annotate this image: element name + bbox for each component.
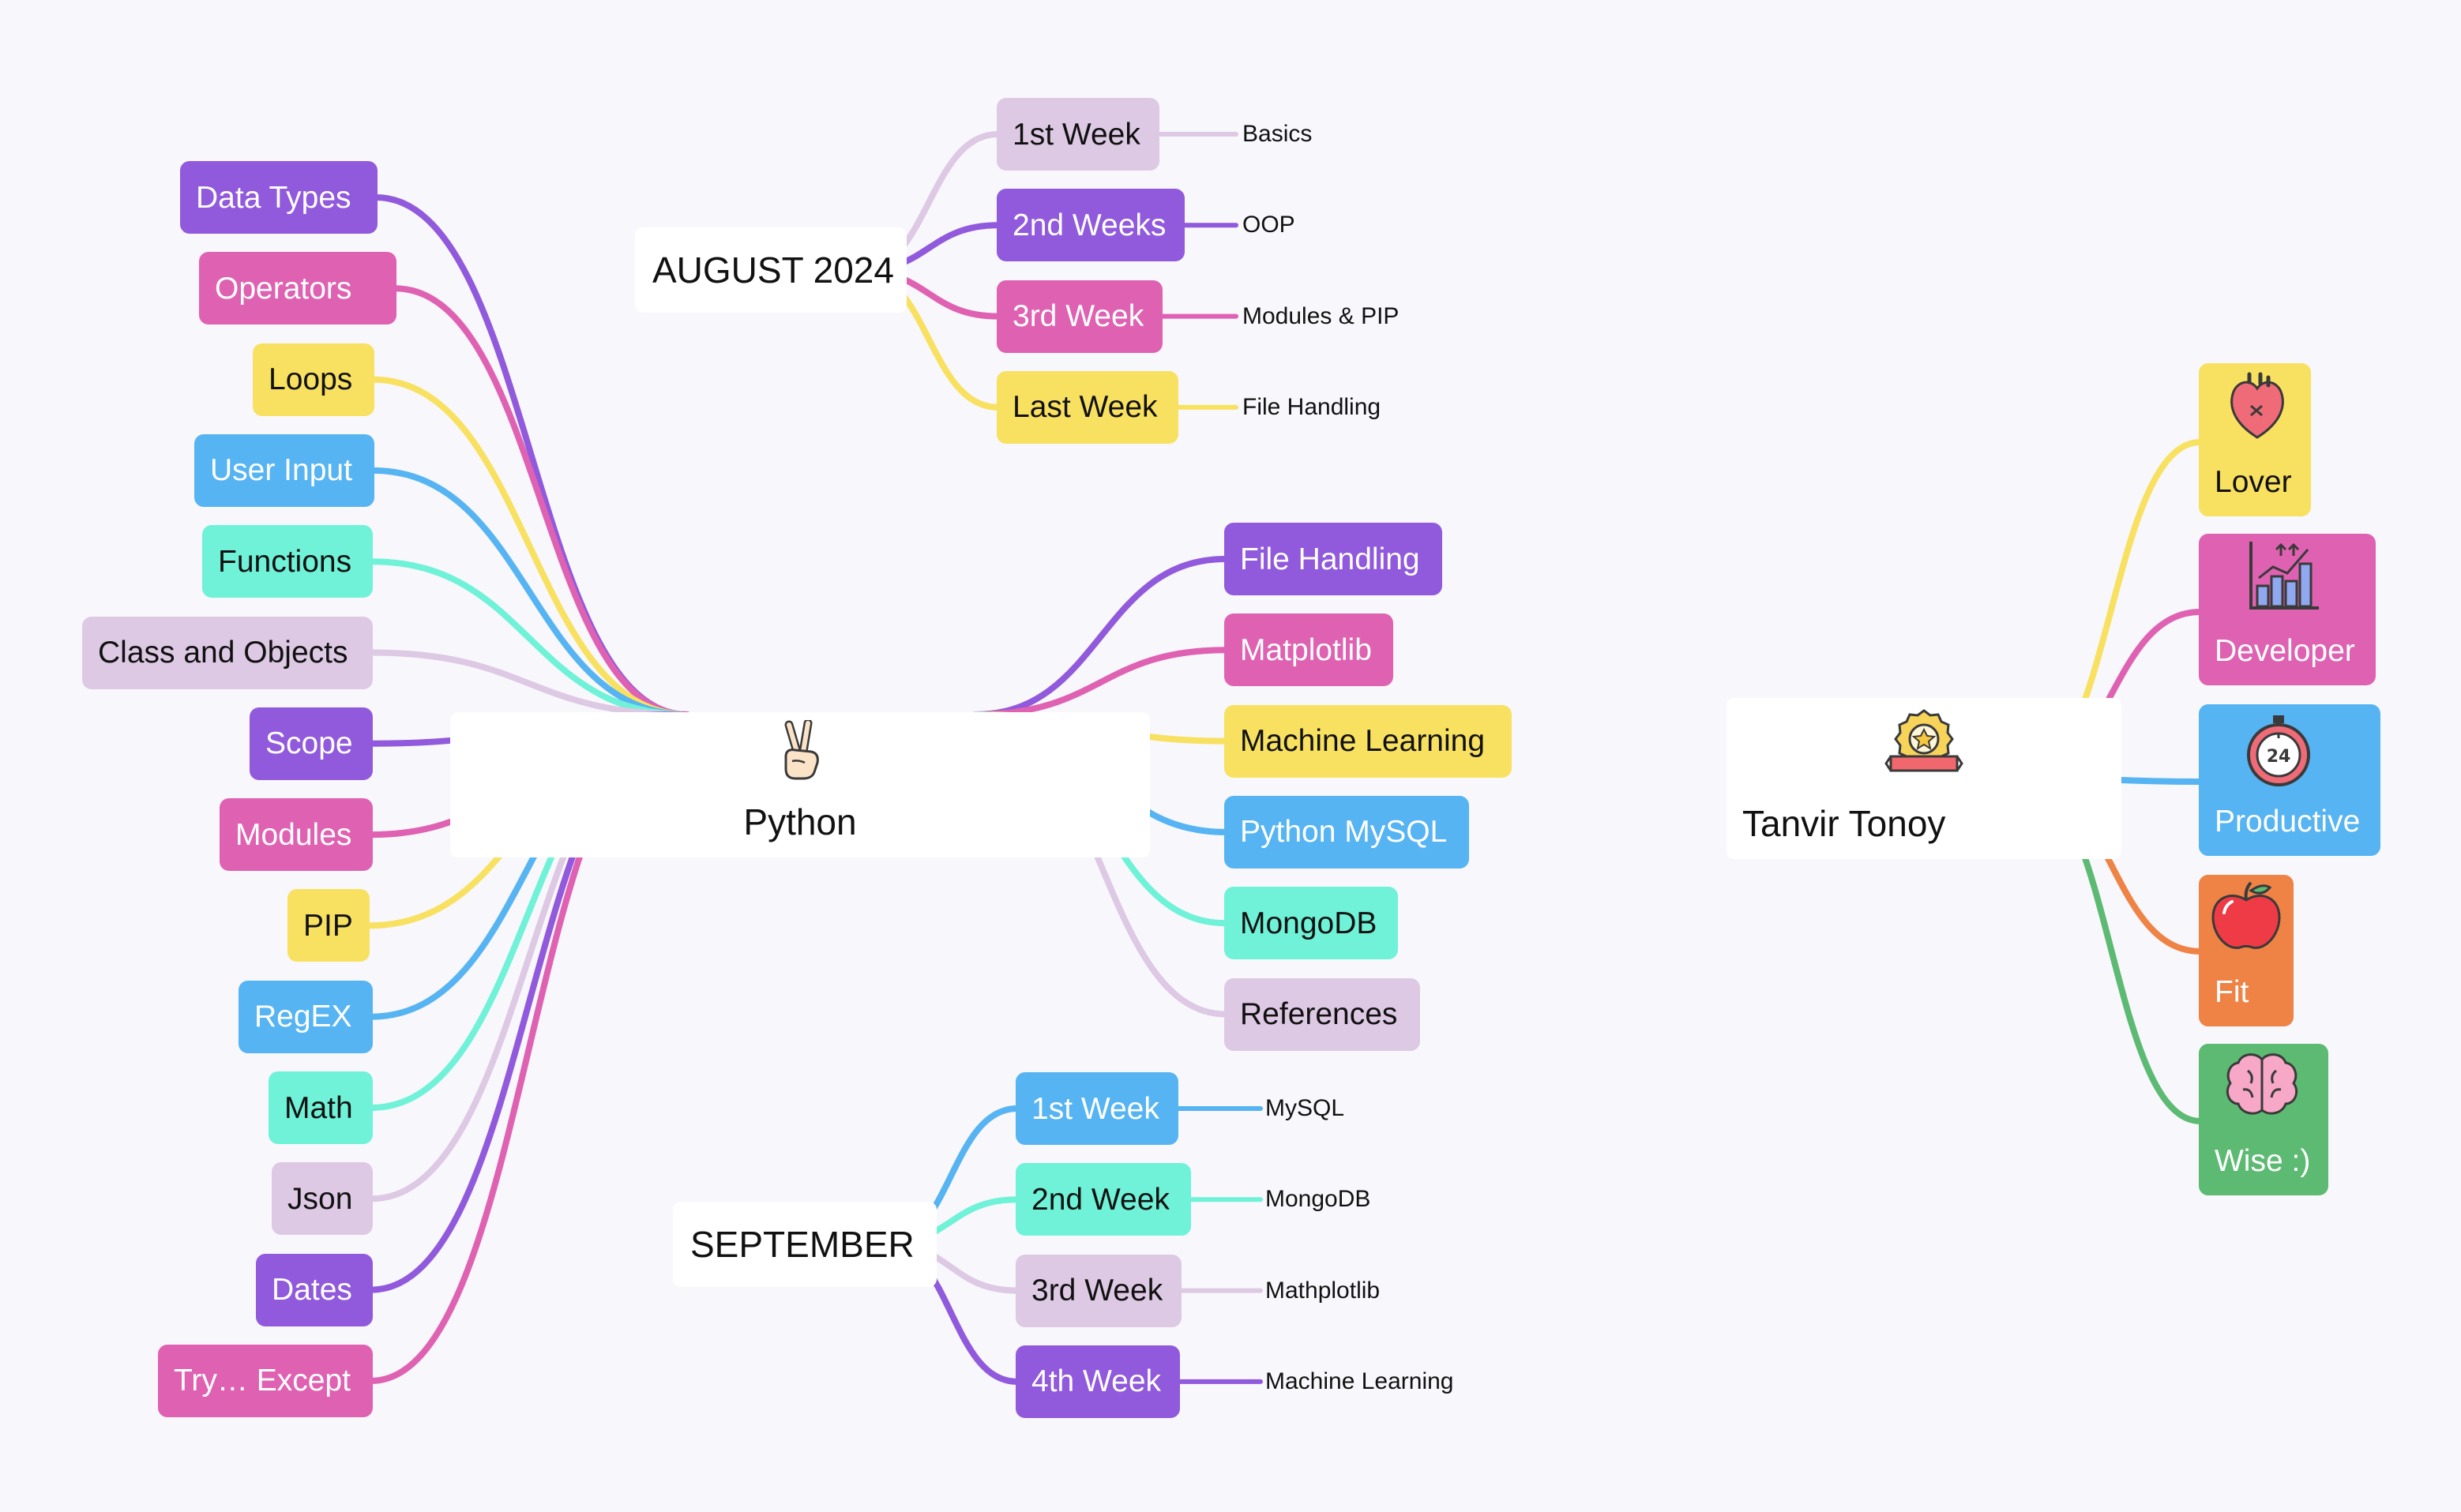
topic-scope[interactable]: Scope bbox=[250, 707, 373, 780]
node-label: 2nd Week bbox=[1031, 1182, 1170, 1217]
connector-python-file-handling bbox=[972, 556, 1229, 718]
node-label: 3rd Week bbox=[1031, 1274, 1163, 1308]
node-label: 1st Week bbox=[1031, 1091, 1159, 1126]
node-label: 3rd Week bbox=[1013, 299, 1144, 334]
trait-label: Productive bbox=[2215, 805, 2361, 839]
august-week-2-detail[interactable]: OOP bbox=[1242, 213, 1295, 237]
node-label: Matplotlib bbox=[1240, 632, 1372, 667]
node-label: Functions bbox=[218, 544, 352, 579]
topic-loops[interactable]: Loops bbox=[253, 343, 374, 416]
topic-machine-learning[interactable]: Machine Learning bbox=[1224, 704, 1512, 778]
connector-python-functions bbox=[368, 558, 690, 718]
node-label: Modules bbox=[235, 817, 352, 852]
node-label: Last Week bbox=[1013, 390, 1158, 425]
trait-wise[interactable]: Wise :) bbox=[2199, 1044, 2328, 1195]
topic-try-except[interactable]: Try… Except bbox=[158, 1344, 373, 1417]
stopwatch-24-icon: 24 bbox=[2243, 714, 2314, 796]
node-label: Scope bbox=[265, 726, 353, 761]
node-label: Data Types bbox=[196, 180, 351, 215]
trait-label: Wise :) bbox=[2215, 1144, 2311, 1178]
node-label: File Handling bbox=[1240, 542, 1420, 576]
node-label: 2nd Weeks bbox=[1013, 208, 1167, 242]
topic-references[interactable]: References bbox=[1224, 977, 1420, 1051]
topic-regex[interactable]: RegEX bbox=[239, 980, 373, 1053]
topic-data-types[interactable]: Data Types bbox=[180, 161, 378, 234]
topic-dates[interactable]: Dates bbox=[256, 1253, 373, 1326]
svg-text:24: 24 bbox=[2267, 747, 2291, 767]
heart-icon bbox=[2226, 371, 2289, 450]
topic-title: Tanvir Tonoy bbox=[1742, 803, 1946, 844]
connector-python-matplotlib bbox=[972, 647, 1229, 718]
august-week-4-detail[interactable]: File Handling bbox=[1242, 395, 1381, 419]
august-week-4[interactable]: Last Week bbox=[997, 370, 1178, 444]
node-label: Operators bbox=[215, 271, 352, 306]
september-week-4[interactable]: 4th Week bbox=[1016, 1345, 1180, 1418]
august-week-1-detail[interactable]: Basics bbox=[1242, 122, 1312, 146]
node-label: User Input bbox=[210, 453, 352, 488]
node-label: Class and Objects bbox=[98, 636, 348, 670]
topic-mongodb[interactable]: MongoDB bbox=[1224, 887, 1398, 960]
trait-label: Lover bbox=[2215, 465, 2292, 499]
september-week-2[interactable]: 2nd Week bbox=[1016, 1163, 1191, 1236]
brain-icon bbox=[2224, 1052, 2300, 1127]
award-badge-icon bbox=[1884, 709, 1963, 772]
node-label: Dates bbox=[272, 1273, 352, 1308]
topic-operators[interactable]: Operators bbox=[199, 252, 396, 325]
trait-productive[interactable]: 24 Productive bbox=[2199, 704, 2380, 856]
august-week-2[interactable]: 2nd Weeks bbox=[997, 189, 1185, 262]
topic-title: AUGUST 2024 bbox=[652, 249, 894, 291]
august-week-1[interactable]: 1st Week bbox=[997, 98, 1159, 171]
topic-python-mysql[interactable]: Python MySQL bbox=[1224, 795, 1469, 869]
node-label: Json bbox=[287, 1181, 353, 1216]
mind-map-canvas: Data Types Operators Loops User Input Functi… bbox=[0, 0, 2461, 1512]
node-label: Try… Except bbox=[174, 1364, 351, 1398]
september-week-1-detail[interactable]: MySQL bbox=[1265, 1097, 1344, 1120]
central-topic-python[interactable]: Python bbox=[450, 712, 1150, 857]
node-label: 1st Week bbox=[1013, 117, 1140, 152]
node-label: Math bbox=[284, 1090, 353, 1125]
node-label: Machine Learning bbox=[1240, 724, 1486, 759]
growth-chart-icon bbox=[2246, 537, 2322, 621]
topic-title: SEPTEMBER bbox=[690, 1224, 915, 1265]
node-label: RegEX bbox=[254, 1000, 352, 1034]
topic-title: Python bbox=[743, 801, 857, 842]
central-topic-tanvir-tonoy[interactable]: Tanvir Tonoy bbox=[1726, 698, 2121, 859]
topic-user-input[interactable]: User Input bbox=[194, 433, 374, 507]
node-label: Python MySQL bbox=[1240, 815, 1448, 850]
topic-json[interactable]: Json bbox=[272, 1162, 373, 1236]
september-week-2-detail[interactable]: MongoDB bbox=[1265, 1187, 1370, 1211]
trait-lover[interactable]: Lover bbox=[2199, 363, 2311, 516]
node-label: References bbox=[1240, 997, 1398, 1031]
connector-python-user-input bbox=[370, 467, 690, 718]
trait-fit[interactable]: Fit bbox=[2199, 875, 2294, 1026]
node-label: Loops bbox=[269, 362, 353, 397]
topic-functions[interactable]: Functions bbox=[202, 525, 373, 598]
node-label: PIP bbox=[303, 908, 353, 943]
topic-math[interactable]: Math bbox=[269, 1071, 373, 1144]
apple-icon bbox=[2208, 880, 2284, 960]
node-label: MongoDB bbox=[1240, 906, 1377, 940]
node-label: 4th Week bbox=[1031, 1364, 1162, 1399]
topic-modules[interactable]: Modules bbox=[220, 798, 373, 872]
victory-hand-icon bbox=[784, 720, 819, 780]
trait-developer[interactable]: Developer bbox=[2199, 534, 2376, 685]
september-week-3[interactable]: 3rd Week bbox=[1016, 1254, 1182, 1327]
topic-september[interactable]: SEPTEMBER bbox=[673, 1202, 937, 1287]
trait-label: Developer bbox=[2215, 634, 2355, 668]
september-week-1[interactable]: 1st Week bbox=[1016, 1072, 1178, 1145]
connector-python-loops bbox=[370, 376, 690, 718]
topic-class-and-objects[interactable]: Class and Objects bbox=[82, 616, 373, 689]
topic-matplotlib[interactable]: Matplotlib bbox=[1224, 613, 1393, 687]
august-week-3-detail[interactable]: Modules & PIP bbox=[1242, 304, 1399, 328]
topic-august-2024[interactable]: AUGUST 2024 bbox=[635, 227, 907, 313]
topic-file-handling[interactable]: File Handling bbox=[1224, 523, 1442, 595]
topic-pip[interactable]: PIP bbox=[287, 889, 370, 962]
august-week-3[interactable]: 3rd Week bbox=[997, 280, 1163, 353]
september-week-4-detail[interactable]: Machine Learning bbox=[1265, 1369, 1454, 1394]
september-week-3-detail[interactable]: Mathplotlib bbox=[1265, 1278, 1380, 1303]
trait-label: Fit bbox=[2215, 975, 2249, 1009]
